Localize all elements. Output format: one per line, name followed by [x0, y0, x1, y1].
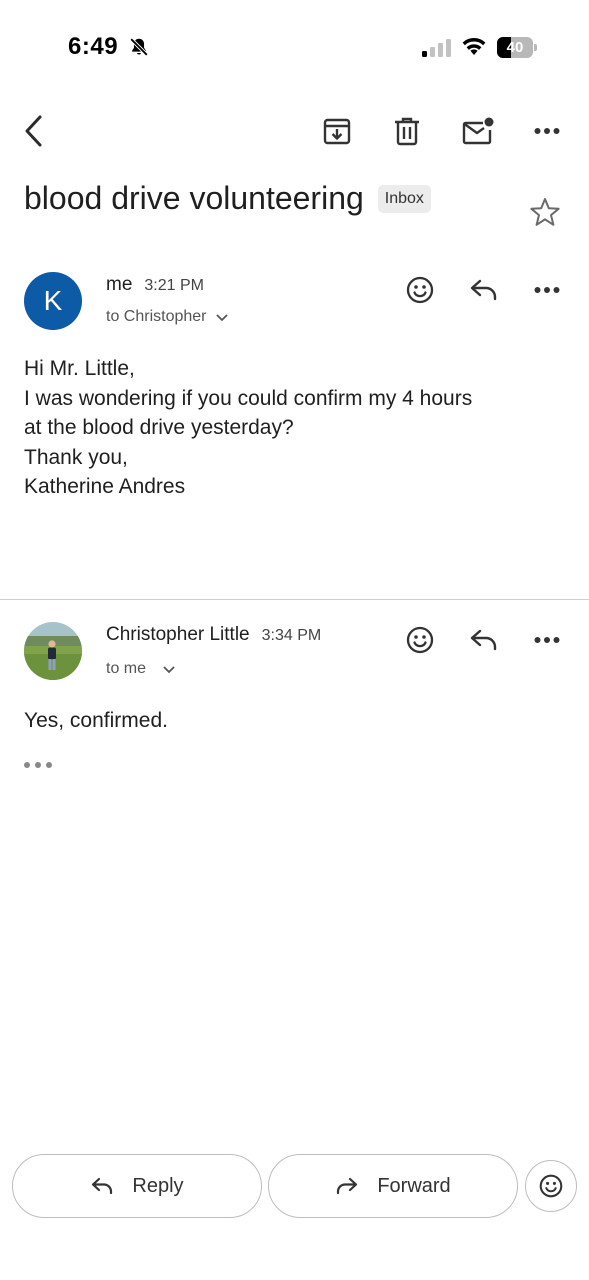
body-line: Hi Mr. Little,: [24, 357, 135, 380]
profile-photo: [24, 622, 82, 680]
subject-row: blood drive volunteering Inbox: [24, 180, 431, 217]
smiley-icon: [406, 626, 434, 654]
battery-level: 40: [506, 39, 524, 56]
mark-unread-icon: [462, 117, 494, 145]
archive-button[interactable]: [316, 110, 358, 152]
back-button[interactable]: [14, 108, 54, 154]
message-more-button[interactable]: [526, 270, 568, 310]
chevron-down-icon: [163, 666, 175, 674]
body-line: at the blood drive yesterday?: [24, 416, 294, 439]
forward-icon: [335, 1176, 359, 1196]
recipient-details-toggle[interactable]: to me: [106, 660, 176, 678]
dot: [46, 762, 52, 768]
sender-name: me: [106, 274, 133, 295]
mark-unread-button[interactable]: [456, 110, 500, 152]
archive-icon: [323, 118, 351, 145]
reply-label: Reply: [132, 1174, 184, 1197]
delete-button[interactable]: [386, 110, 428, 152]
more-icon: [534, 128, 560, 134]
more-icon: [534, 287, 560, 293]
recipient-text: to Christopher: [106, 308, 207, 325]
star-button[interactable]: [524, 192, 566, 232]
recipient-text: to me: [106, 660, 147, 677]
back-icon: [25, 115, 42, 147]
status-bar: 6:49 40: [0, 0, 589, 96]
message-divider: [0, 599, 589, 600]
sender-name: Christopher Little: [106, 624, 250, 645]
more-icon: [534, 637, 560, 643]
dot: [24, 762, 30, 768]
avatar[interactable]: [24, 622, 82, 680]
show-trimmed-content-button[interactable]: [24, 758, 52, 772]
avatar[interactable]: K: [24, 272, 82, 330]
thread-subject: blood drive volunteering: [24, 180, 364, 216]
reply-pill-button[interactable]: Reply: [12, 1154, 262, 1218]
battery-body: 40: [497, 37, 533, 58]
add-reaction-button[interactable]: [400, 620, 440, 660]
star-outline-icon: [530, 198, 560, 226]
sender-line: me 3:21 PM: [106, 274, 204, 296]
reply-icon: [470, 279, 497, 301]
sender-line: Christopher Little 3:34 PM: [106, 624, 321, 646]
body-line: Yes, confirmed.: [24, 709, 168, 732]
add-reaction-button[interactable]: [400, 270, 440, 310]
battery-tip: [534, 44, 537, 51]
cellular-signal-icon: [422, 39, 452, 57]
inbox-label-chip[interactable]: Inbox: [377, 184, 431, 213]
reply-button[interactable]: [464, 620, 504, 660]
message-body: Yes, confirmed.: [24, 706, 569, 736]
smiley-icon: [539, 1174, 563, 1198]
dot: [35, 762, 41, 768]
body-line: Thank you,: [24, 445, 128, 469]
message-time: 3:21 PM: [144, 277, 204, 294]
forward-label: Forward: [377, 1174, 451, 1197]
body-line: Katherine Andres: [24, 475, 186, 498]
reply-icon: [90, 1176, 114, 1196]
react-emoji-button[interactable]: [525, 1160, 577, 1212]
delete-icon: [395, 117, 419, 146]
bell-off-icon: [128, 36, 150, 63]
body-line: I was wondering if you could confirm my …: [24, 386, 473, 410]
more-options-button[interactable]: [526, 110, 568, 152]
reply-button[interactable]: [464, 270, 504, 310]
bottom-action-bar: Reply Forward: [0, 1152, 589, 1222]
status-time: 6:49: [68, 33, 119, 60]
battery-icon: 40: [497, 37, 537, 58]
smiley-icon: [406, 276, 434, 304]
forward-pill-button[interactable]: Forward: [268, 1154, 518, 1218]
chevron-down-icon: [215, 314, 228, 322]
message-body: Hi Mr. Little, I was wondering if you co…: [24, 354, 569, 502]
reply-icon: [470, 629, 497, 651]
recipient-details-toggle[interactable]: to Christopher: [106, 308, 229, 326]
message-actions: [398, 270, 578, 310]
message-time: 3:34 PM: [261, 627, 322, 644]
wifi-icon: [461, 36, 487, 61]
message-more-button[interactable]: [526, 620, 568, 660]
message-actions: [398, 620, 578, 660]
